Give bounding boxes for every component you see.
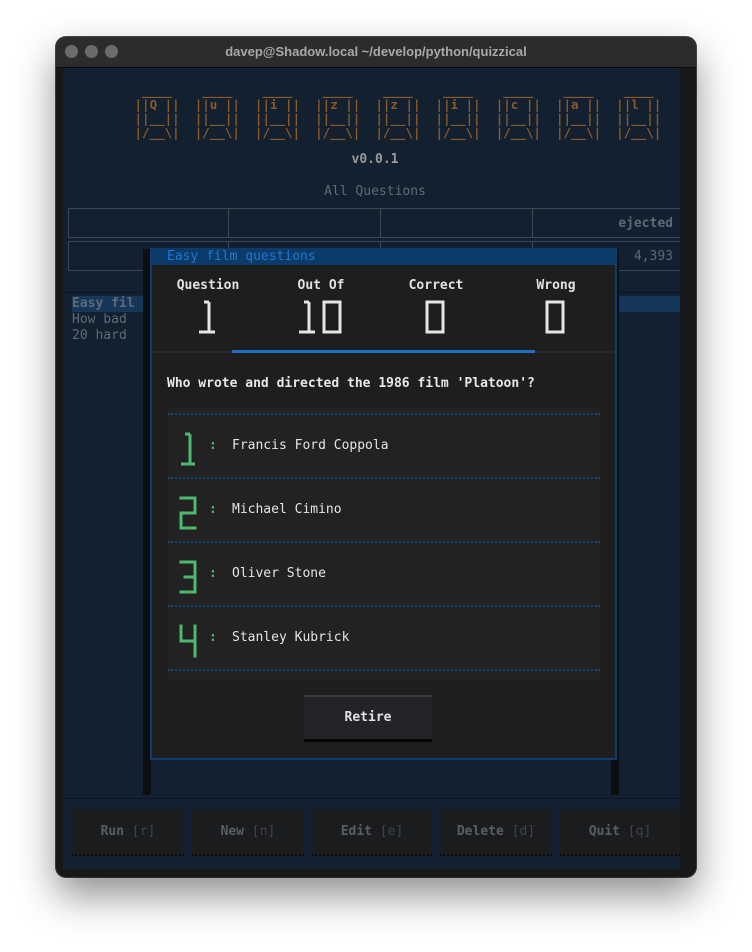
digit-0: [322, 300, 342, 334]
stats-header-rejected: ejected: [618, 216, 673, 231]
terminal-content: ____ ____ ____ ____ ____ ____ ____ ____ …: [63, 68, 687, 869]
delete-button[interactable]: Delete [d]: [440, 809, 552, 856]
score-label-correct: Correct: [408, 278, 464, 293]
list-title: All Questions: [324, 184, 426, 199]
terminal-window: davep@Shadow.local ~/develop/python/quiz…: [56, 37, 696, 877]
score-label-wrong: Wrong: [536, 278, 576, 293]
answer-text: Michael Cimino: [232, 502, 342, 517]
score-value-wrong: [506, 300, 606, 338]
digit-0: [545, 300, 564, 334]
digit-0: [425, 300, 444, 334]
answer-text: Stanley Kubrick: [232, 630, 350, 645]
answer-list: : Francis Ford Coppola : Michael Cimino …: [168, 408, 600, 680]
footer-divider: [63, 798, 687, 799]
digit-1: [299, 300, 315, 334]
answer-option[interactable]: : Stanley Kubrick: [168, 608, 600, 668]
answer-option[interactable]: : Michael Cimino: [168, 480, 600, 540]
quiz-dialog: Easy film questions Question Out Of Corr…: [150, 248, 617, 760]
run-button[interactable]: Run [r]: [72, 809, 184, 856]
new-button[interactable]: New [n]: [192, 809, 304, 856]
app-logo: ____ ____ ____ ____ ____ ____ ____ ____ …: [134, 83, 662, 140]
title-bar: davep@Shadow.local ~/develop/python/quiz…: [56, 37, 696, 68]
question-text: Who wrote and directed the 1986 film 'Pl…: [167, 376, 535, 391]
score-label-out-of: Out Of: [297, 278, 345, 293]
digit-4: [179, 624, 197, 658]
digit-1: [181, 432, 195, 466]
answer-number-icon: [178, 496, 198, 530]
stats-rejected-value: 4,393: [633, 249, 673, 264]
answer-option[interactable]: : Francis Ford Coppola: [168, 416, 600, 476]
answer-text: Oliver Stone: [232, 566, 326, 581]
score-value-correct: [386, 300, 486, 338]
score-value-out-of: [271, 300, 371, 338]
answer-number-icon: [178, 560, 198, 594]
score-value-question: [158, 300, 258, 338]
answer-option[interactable]: : Oliver Stone: [168, 544, 600, 604]
stats-header-row: ejected: [68, 208, 682, 238]
answer-text: Francis Ford Coppola: [232, 438, 389, 453]
quit-button[interactable]: Quit [q]: [560, 809, 680, 856]
retire-button[interactable]: Retire: [304, 695, 432, 742]
answer-number-icon: [178, 432, 198, 466]
scrollbar-gutter: [680, 68, 687, 869]
answer-number-icon: [178, 624, 198, 658]
digit-2: [179, 496, 197, 530]
dialog-title: Easy film questions: [152, 248, 615, 265]
digit-1: [198, 300, 215, 334]
app-version: v0.0.1: [351, 152, 399, 167]
score-label-question: Question: [176, 278, 240, 293]
progress-bar: [232, 350, 535, 353]
edit-button[interactable]: Edit [e]: [312, 809, 432, 856]
window-title: davep@Shadow.local ~/develop/python/quiz…: [225, 44, 527, 59]
digit-3: [179, 560, 197, 594]
